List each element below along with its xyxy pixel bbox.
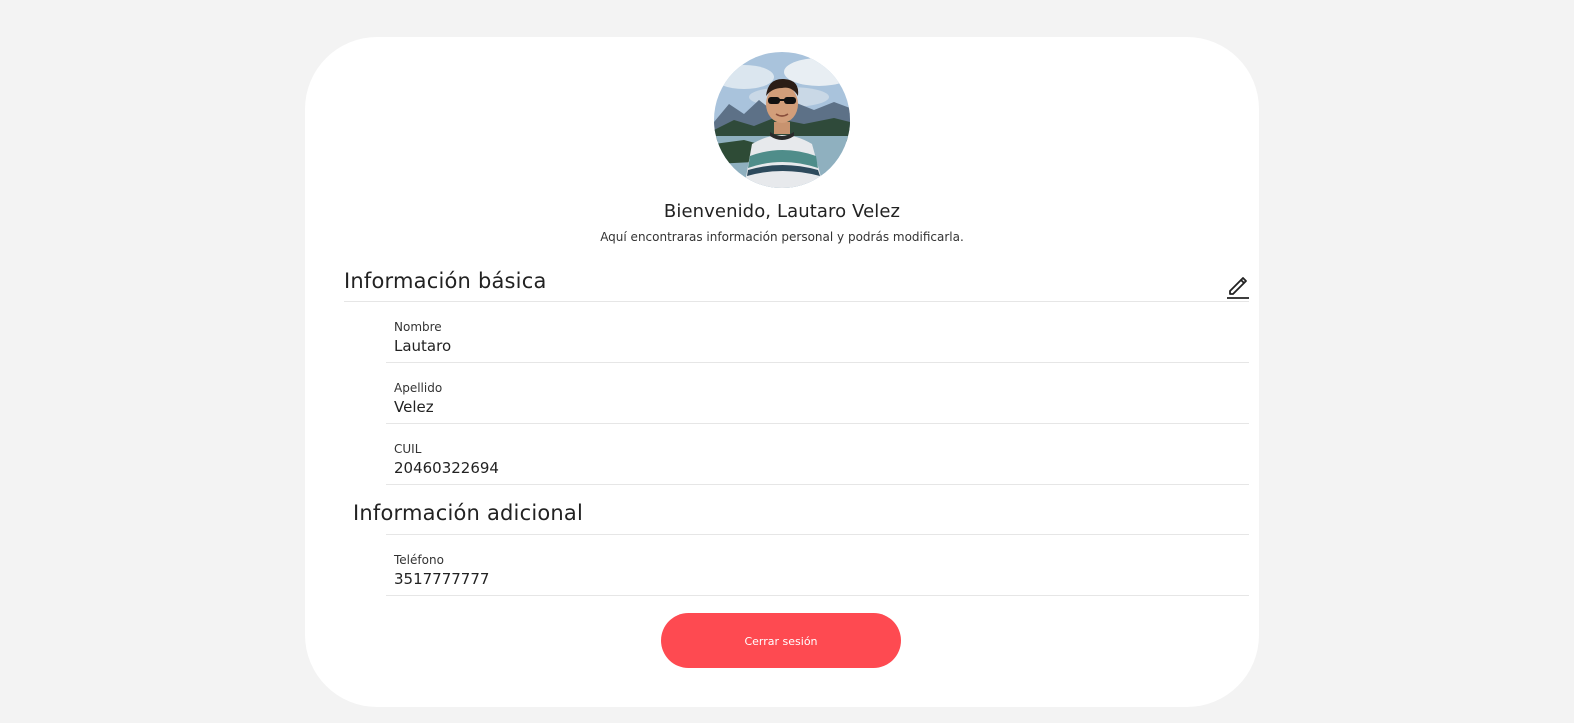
logout-button[interactable]: Cerrar sesión — [661, 613, 901, 668]
edit-button[interactable] — [1226, 273, 1250, 299]
field-label: Apellido — [394, 381, 443, 395]
field-cuil: CUIL 20460322694 — [386, 424, 1249, 485]
field-label: Nombre — [394, 320, 442, 334]
welcome-heading: Bienvenido, Lautaro Velez — [663, 201, 901, 222]
field-apellido: Apellido Velez — [386, 363, 1249, 424]
field-telefono: Teléfono 3517777777 — [386, 535, 1249, 596]
field-label: Teléfono — [394, 553, 444, 567]
section-title-additional-info: Información adicional — [353, 501, 584, 525]
field-value: Velez — [394, 398, 434, 416]
welcome-subtitle: Aquí encontraras información personal y … — [600, 230, 964, 244]
pencil-icon — [1226, 273, 1250, 299]
profile-card: Bienvenido, Lautaro Velez Aquí encontrar… — [305, 37, 1259, 707]
field-nombre: Nombre Lautaro — [386, 302, 1249, 363]
field-value: 20460322694 — [394, 459, 499, 477]
field-value: Lautaro — [394, 337, 452, 355]
avatar — [714, 52, 850, 188]
section-title-basic-info: Información básica — [344, 269, 547, 293]
field-value: 3517777777 — [394, 570, 490, 588]
field-label: CUIL — [394, 442, 422, 456]
